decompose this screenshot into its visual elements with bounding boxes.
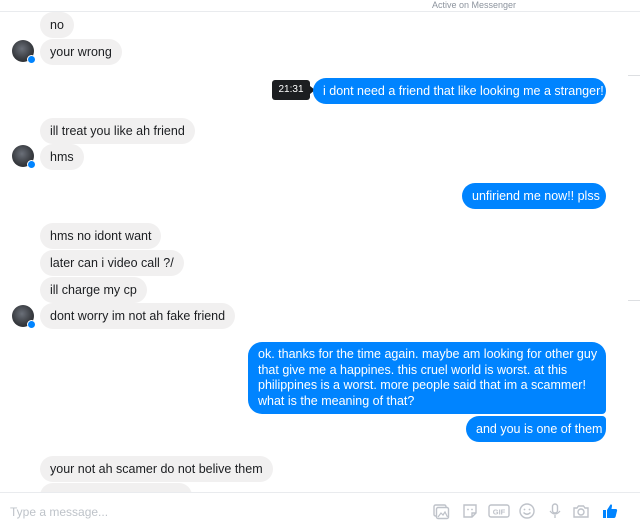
message-bubble-outgoing[interactable]: and you is one of them	[466, 416, 606, 442]
messenger-badge-icon	[27, 160, 36, 169]
message-line: philippines is a worst. more people said…	[258, 378, 586, 392]
contact-avatar[interactable]	[12, 145, 36, 169]
contact-avatar[interactable]	[12, 40, 36, 64]
message-input[interactable]	[10, 504, 410, 520]
attach-file-icon[interactable]	[432, 502, 450, 520]
conversation-thread[interactable]: no your wrong 21:31 i dont need a friend…	[0, 0, 640, 492]
like-thumb-icon[interactable]	[601, 502, 619, 520]
message-bubble-incoming[interactable]: ill charge my cp	[40, 277, 147, 303]
message-composer: GIF	[0, 492, 640, 527]
message-bubble-outgoing[interactable]: unfiriend me now!! plss	[462, 183, 606, 209]
message-bubble-incoming[interactable]: your wrong	[40, 39, 122, 65]
message-bubble-incoming-partial[interactable]	[40, 483, 192, 492]
emoji-icon[interactable]	[518, 502, 536, 520]
message-line: that give me a happines. this cruel worl…	[258, 362, 568, 377]
svg-text:GIF: GIF	[493, 508, 506, 517]
contact-avatar[interactable]	[12, 305, 36, 329]
messenger-badge-icon	[27, 320, 36, 329]
message-bubble-outgoing[interactable]: ok. thanks for the time again. maybe am …	[248, 342, 606, 414]
messenger-badge-icon	[27, 55, 36, 64]
message-bubble-incoming[interactable]: ill treat you like ah friend	[40, 118, 195, 144]
message-line: ok. thanks for the time again. maybe am …	[258, 347, 598, 361]
message-bubble-incoming[interactable]: later can i video call ?/	[40, 250, 184, 276]
message-bubble-incoming[interactable]: no	[40, 12, 74, 38]
sticker-icon[interactable]	[461, 502, 479, 520]
message-line: what is the meaning of that?	[258, 393, 415, 408]
message-timestamp-tooltip: 21:31	[272, 80, 315, 100]
gif-icon[interactable]: GIF	[488, 502, 510, 520]
divider	[628, 300, 640, 301]
message-bubble-incoming[interactable]: dont worry im not ah fake friend	[40, 303, 236, 329]
message-bubble-incoming[interactable]: hms	[40, 144, 84, 170]
message-bubble-incoming[interactable]: hms no idont want	[40, 223, 162, 249]
camera-icon[interactable]	[572, 502, 590, 520]
divider	[628, 75, 640, 76]
message-bubble-outgoing[interactable]: i dont need a friend that like looking m…	[313, 78, 606, 104]
microphone-icon[interactable]	[546, 502, 564, 520]
message-bubble-incoming[interactable]: your not ah scamer do not belive them	[40, 456, 273, 482]
